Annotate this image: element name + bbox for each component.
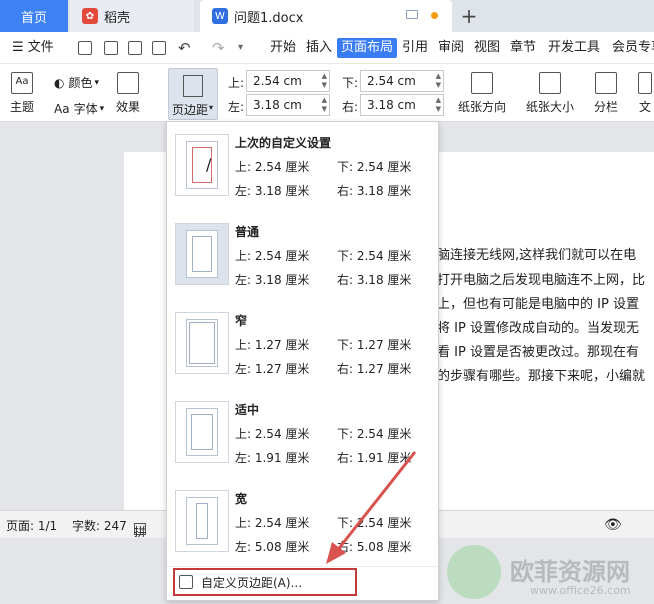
- arrow-shaft: [334, 451, 417, 553]
- annotation-arrow: [326, 451, 417, 564]
